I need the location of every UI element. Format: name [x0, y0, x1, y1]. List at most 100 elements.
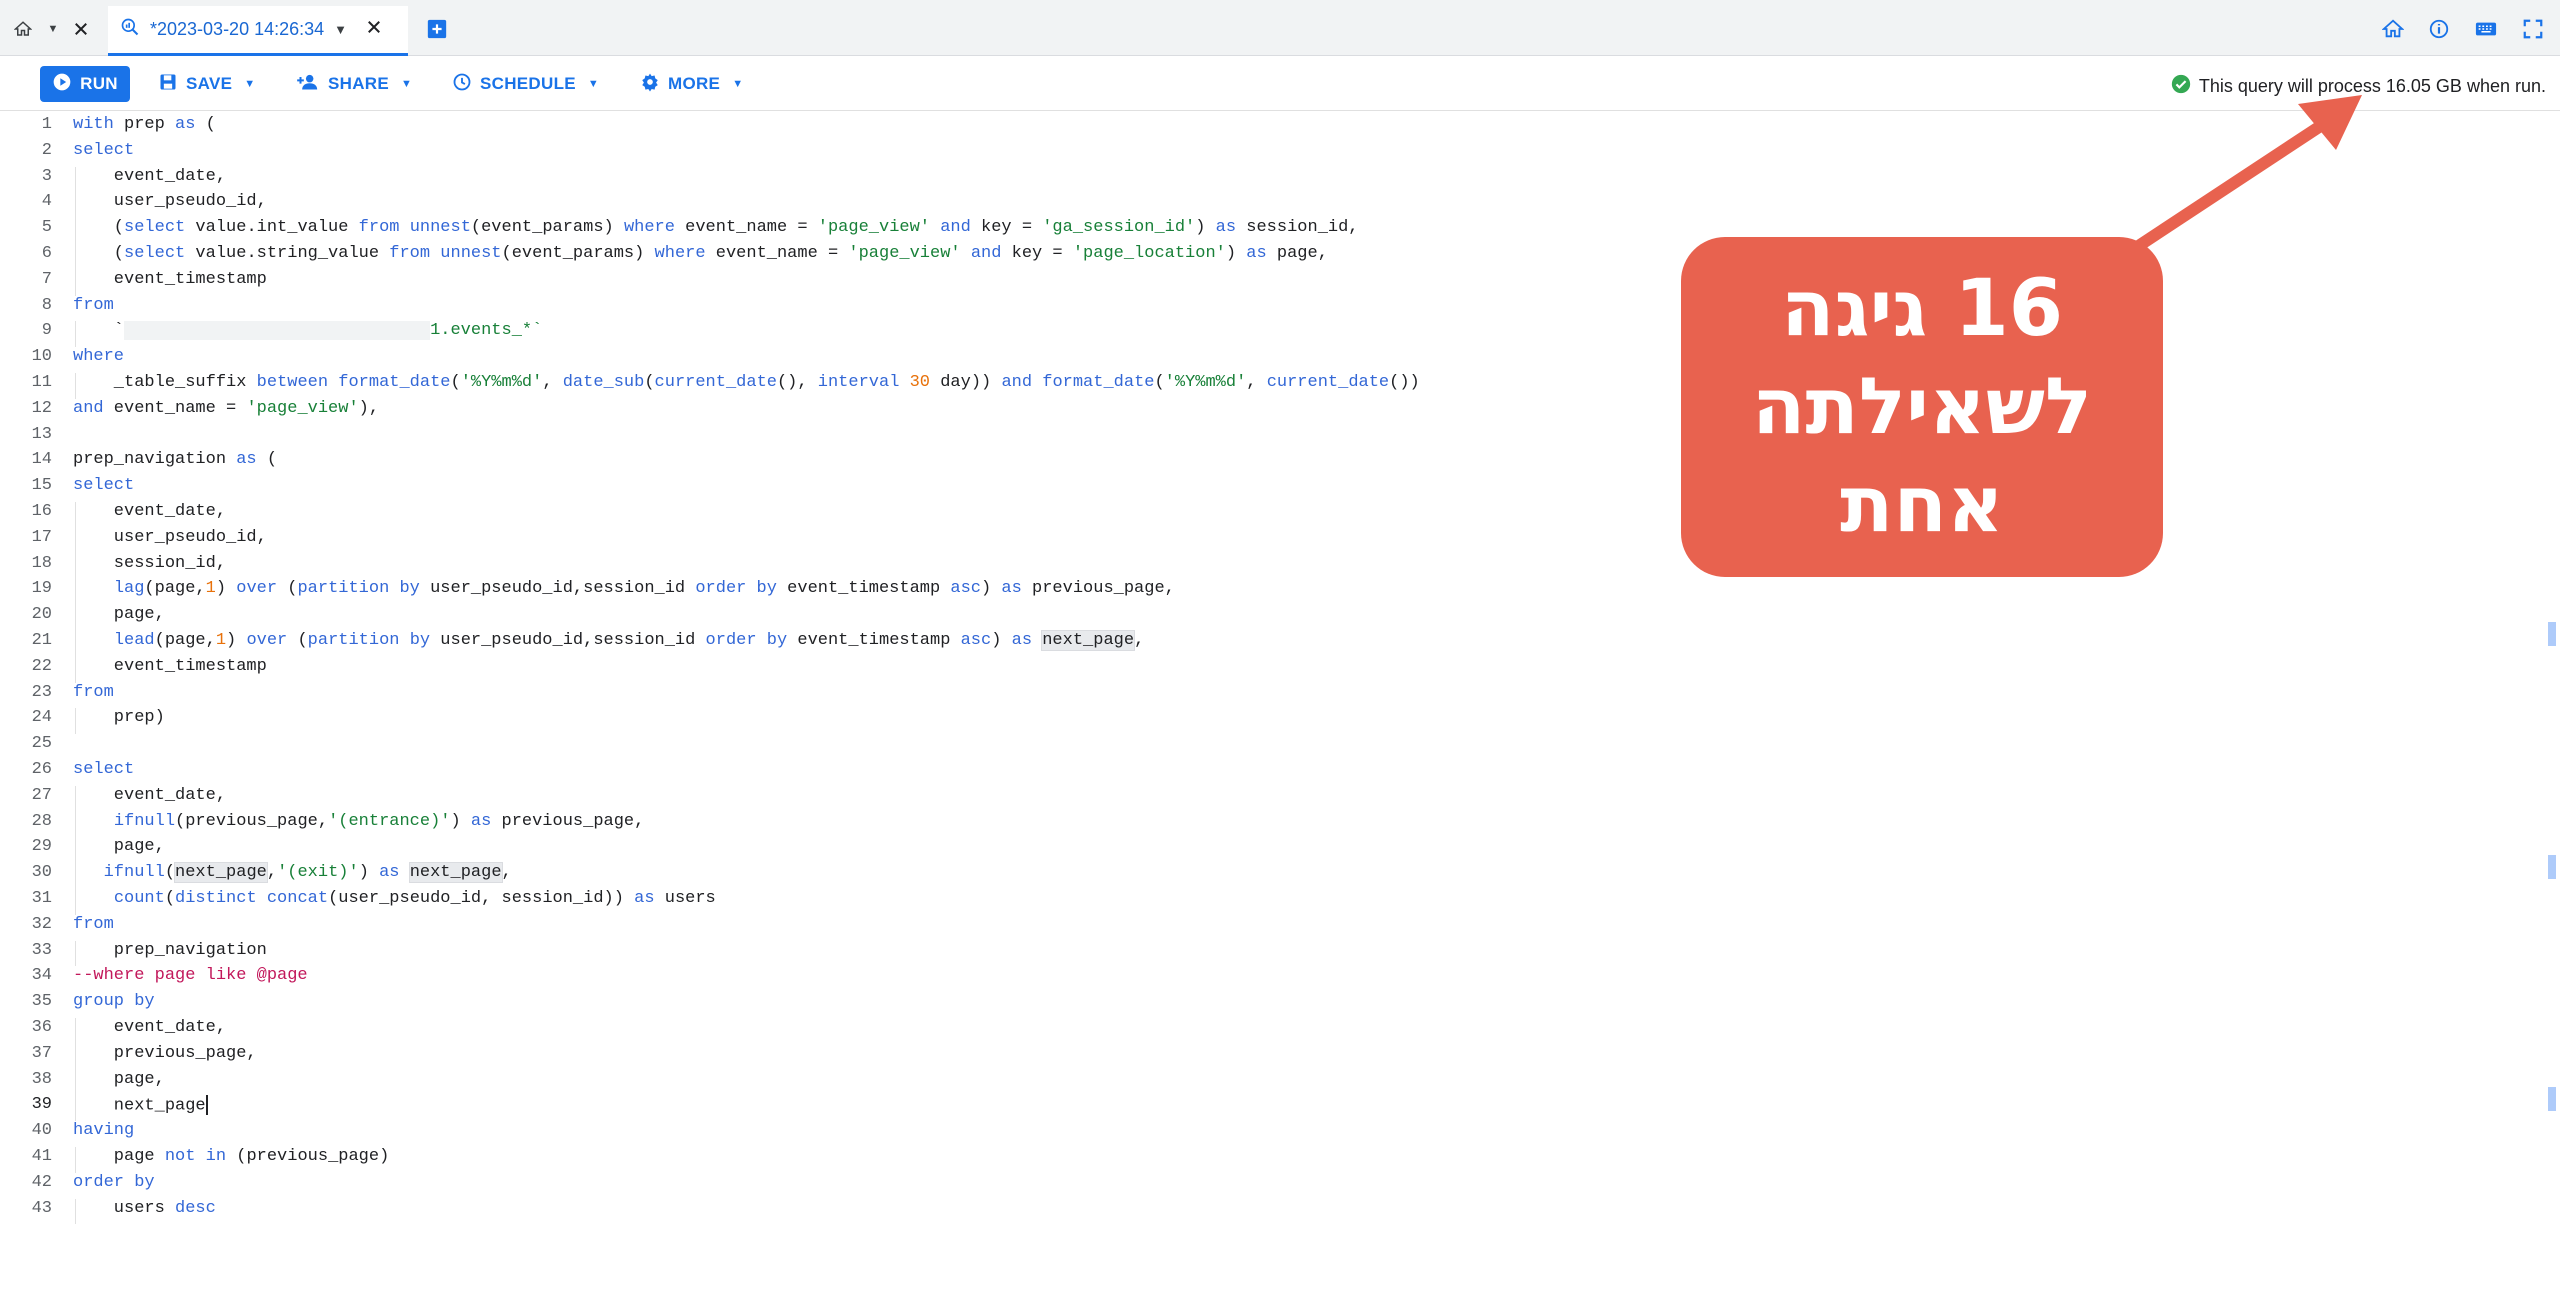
code-line[interactable]: lag(page,1) over (partition by user_pseu…	[73, 579, 1175, 598]
code-line[interactable]: session_id,	[73, 554, 226, 573]
line-number: 23	[31, 682, 52, 702]
fullscreen-icon[interactable]	[2522, 18, 2544, 45]
sql-editor[interactable]: 1 2 3 4 5 6 7 8 9 10 11 12 13 14 15 16 17 18 19 20 21 22 23 24 2…	[0, 112, 2560, 1294]
code-line[interactable]: ifnull(next_page,'(exit)') as next_page,	[73, 862, 512, 884]
code-token: (page,	[154, 631, 216, 650]
code-line[interactable]: page not in (previous_page)	[73, 1147, 389, 1166]
code-token: (page,	[144, 579, 206, 599]
code-line[interactable]: select	[73, 760, 134, 779]
code-line[interactable]: users desc	[73, 1199, 216, 1218]
home-icon[interactable]	[2381, 18, 2405, 45]
code-token: user_pseudo_id,session_id	[419, 579, 696, 599]
more-button[interactable]: MORE ▼	[640, 66, 743, 102]
code-line[interactable]: select	[73, 141, 134, 160]
share-button[interactable]: SHARE ▼	[296, 66, 412, 102]
code-token: prep	[124, 115, 176, 134]
code-token: unnest	[409, 218, 471, 238]
code-line[interactable]: next_page	[73, 1095, 208, 1116]
code-line[interactable]: page,	[73, 605, 165, 624]
annotation-callout: 16 גיגה לשאילתה אחת	[1681, 237, 2163, 577]
code-line[interactable]: event_timestamp	[73, 657, 267, 676]
code-line[interactable]: page,	[73, 837, 165, 856]
code-token: page,	[73, 605, 165, 625]
code-line[interactable]: event_timestamp	[73, 270, 267, 289]
code-token: )	[1195, 218, 1216, 238]
code-token: as	[1246, 244, 1267, 263]
code-line[interactable]: ifnull(previous_page,'(entrance)') as pr…	[73, 812, 645, 831]
save-button[interactable]: SAVE ▼	[158, 66, 255, 102]
code-line[interactable]: having	[73, 1121, 134, 1140]
code-line[interactable]: prep_navigation	[73, 941, 267, 960]
line-number: 4	[41, 192, 52, 212]
code-token: as	[379, 863, 400, 883]
code-token: (	[287, 631, 308, 650]
info-icon[interactable]	[2428, 18, 2450, 45]
code-token: select	[73, 760, 135, 779]
code-line[interactable]: _table_suffix between format_date('%Y%m%…	[73, 373, 1420, 392]
code-line[interactable]: user_pseudo_id,	[73, 528, 267, 547]
code-area[interactable]: with prep as ( select event_date, user_ps…	[73, 112, 2533, 1294]
code-token: event_date,	[73, 166, 227, 186]
text-cursor	[205, 1095, 208, 1116]
code-line[interactable]: lead(page,1) over (partition by user_pse…	[73, 630, 1144, 651]
code-token: user_pseudo_id,session_id	[430, 631, 706, 650]
status-text: This query will process 16.05 GB when ru…	[2198, 76, 2546, 96]
code-line[interactable]: count(distinct concat(user_pseudo_id, se…	[73, 889, 716, 908]
code-line[interactable]: where	[73, 347, 124, 366]
indent-guide	[75, 321, 76, 348]
code-line[interactable]: previous_page,	[73, 1044, 257, 1063]
code-line[interactable]: user_pseudo_id,	[73, 192, 267, 211]
run-label: RUN	[80, 74, 118, 93]
run-button[interactable]: RUN	[40, 66, 130, 102]
add-tab-icon[interactable]	[426, 18, 448, 40]
code-token: (	[164, 889, 176, 908]
code-line[interactable]: from	[73, 296, 114, 315]
code-token: partition by	[297, 579, 420, 599]
query-validation-status: This query will process 16.05 GB when ru…	[2171, 74, 2546, 99]
code-token: 'ga_session_id'	[1042, 218, 1196, 238]
code-line[interactable]: group by	[73, 992, 155, 1011]
schedule-button[interactable]: SCHEDULE ▼	[452, 66, 599, 102]
code-token: over	[246, 631, 288, 650]
share-label: SHARE	[328, 74, 390, 93]
play-icon	[52, 72, 72, 97]
code-token: '(exit)'	[277, 863, 359, 883]
code-token: value.int_value	[185, 218, 359, 238]
code-line[interactable]: prep)	[73, 708, 165, 727]
keyboard-icon[interactable]	[2474, 18, 2498, 45]
line-number: 38	[31, 1069, 52, 1089]
code-line[interactable]: with prep as (	[73, 115, 216, 134]
code-line[interactable]: and event_name = 'page_view'),	[73, 399, 379, 418]
code-line[interactable]: ` 1.events_*`	[73, 321, 542, 341]
close-icon[interactable]	[365, 18, 383, 41]
code-line[interactable]: from	[73, 915, 114, 934]
line-number: 31	[31, 889, 52, 908]
code-line[interactable]: (select value.int_value from unnest(even…	[73, 218, 1359, 237]
save-label: SAVE	[186, 74, 233, 93]
close-icon[interactable]	[70, 18, 92, 40]
code-token: next_page	[174, 862, 268, 884]
code-token: session_id,	[1236, 218, 1359, 238]
code-line[interactable]: select	[73, 476, 134, 495]
code-line[interactable]: (select value.string_value from unnest(e…	[73, 244, 1328, 263]
code-line[interactable]: prep_navigation as (	[73, 450, 277, 469]
code-line[interactable]: from	[73, 683, 114, 702]
code-line[interactable]: event_date,	[73, 786, 226, 805]
code-token: event_timestamp	[73, 269, 267, 289]
chevron-down-icon[interactable]: ▼	[334, 22, 347, 37]
code-line[interactable]: --where page like @page	[73, 966, 308, 985]
code-line[interactable]: page,	[73, 1070, 165, 1089]
code-token: as	[1011, 631, 1033, 650]
indent-guide	[75, 166, 76, 296]
home-icon[interactable]	[12, 18, 34, 40]
code-line[interactable]: event_date,	[73, 502, 226, 521]
tab-query[interactable]: *2023-03-20 14:26:34 ▼	[108, 6, 408, 56]
line-number: 8	[41, 295, 52, 315]
chevron-down-icon[interactable]: ▼	[46, 22, 60, 36]
code-line[interactable]: order by	[73, 1173, 155, 1192]
code-line[interactable]: event_date,	[73, 1018, 226, 1037]
code-token: session_id,	[73, 553, 227, 573]
code-line[interactable]: event_date,	[73, 167, 226, 186]
line-number: 3	[41, 166, 52, 186]
